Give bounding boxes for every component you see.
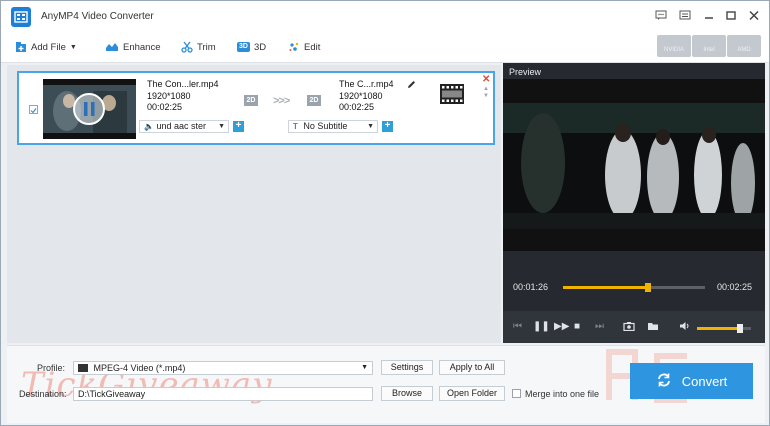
folder-icon[interactable] [647, 321, 659, 335]
chevron-down-icon: ▼ [218, 123, 225, 130]
preview-panel: Preview 00:01:26 00:02:25 ⏮ ❚❚ ▶▶ ■ ⏭ [503, 63, 765, 343]
trim-label: Trim [197, 41, 216, 53]
settings-button[interactable]: Settings [381, 360, 433, 375]
source-file-info: The Con...ler.mp4 1920*1080 00:02:25 [147, 79, 219, 114]
remove-item-icon[interactable]: ✕ [482, 74, 490, 85]
total-time: 00:02:25 [717, 282, 753, 292]
3d-icon: 3D [237, 42, 250, 52]
3d-label: 3D [253, 41, 267, 53]
stop-icon[interactable]: ■ [574, 321, 580, 333]
toolbar: Add File ▼ Enhance Trim 3D 3D Edit NVIDI… [1, 31, 769, 63]
audio-track-value: und aac ster [156, 121, 207, 131]
skip-forward-icon[interactable]: ⏭ [595, 321, 604, 333]
convert-icon [656, 372, 672, 391]
file-list-item[interactable]: The Con...ler.mp4 1920*1080 00:02:25 2D … [17, 71, 495, 145]
volume-handle[interactable] [737, 324, 744, 333]
skip-back-icon[interactable]: ⏮ [513, 321, 522, 333]
target-file-name: The C...r.mp4 [339, 79, 394, 89]
apply-to-all-button[interactable]: Apply to All [439, 360, 505, 375]
app-title: AnyMP4 Video Converter [41, 11, 154, 22]
subtitle-icon: T [293, 122, 298, 131]
output-format-icon[interactable] [439, 81, 465, 107]
nvidia-acceleration-icon[interactable]: NVIDIA [657, 35, 691, 57]
add-file-label: Add File [31, 41, 66, 53]
rename-pencil-icon[interactable] [407, 80, 416, 91]
chevron-down-icon: ▼ [361, 364, 368, 371]
profile-value: MPEG-4 Video (*.mp4) [93, 363, 186, 373]
snapshot-icon[interactable] [623, 321, 635, 335]
fast-forward-icon[interactable]: ▶▶ [554, 321, 569, 333]
enhance-label: Enhance [123, 41, 161, 53]
profile-label: Profile: [37, 363, 66, 373]
browse-button[interactable]: Browse [381, 386, 433, 401]
merge-label: Merge into one file [525, 389, 600, 399]
move-down-icon[interactable]: ▼ [483, 93, 489, 99]
output-settings: TickGiveaway Profile: MPEG-4 Video (*.mp… [7, 345, 765, 423]
open-folder-button[interactable]: Open Folder [439, 386, 505, 401]
volume-level [697, 327, 741, 330]
volume-icon[interactable] [679, 321, 690, 335]
menu-icon[interactable] [678, 10, 692, 22]
feedback-icon[interactable] [654, 10, 668, 22]
close-icon[interactable] [747, 10, 761, 22]
edit-label: Edit [304, 41, 321, 53]
add-file-icon [15, 41, 27, 53]
source-2d-badge: 2D [244, 95, 258, 106]
title-bar: AnyMP4 Video Converter [1, 1, 769, 31]
app-logo-icon [11, 7, 31, 27]
scissors-icon [181, 41, 193, 53]
seek-handle[interactable] [645, 283, 652, 292]
destination-label: Destination: [19, 389, 67, 399]
seek-progress [563, 286, 649, 289]
subtitle-value: No Subtitle [303, 121, 348, 131]
preview-top-band [503, 79, 765, 103]
destination-input[interactable]: D:\TickGiveaway [73, 387, 373, 401]
file-list: The Con...ler.mp4 1920*1080 00:02:25 2D … [7, 65, 501, 343]
target-2d-badge: 2D [307, 95, 321, 106]
video-thumbnail[interactable] [43, 79, 136, 139]
edit-button[interactable]: Edit [288, 40, 320, 54]
minimize-icon[interactable] [702, 10, 716, 22]
preview-bottom-band [503, 229, 765, 251]
source-resolution: 1920*1080 [147, 90, 191, 101]
preview-title: Preview [509, 67, 542, 77]
profile-format-icon [78, 364, 88, 372]
target-duration: 00:02:25 [339, 102, 375, 112]
target-resolution: 1920*1080 [339, 90, 383, 101]
convert-label: Convert [681, 373, 728, 389]
chevron-down-icon: ▼ [367, 123, 374, 130]
audio-track-dropdown[interactable]: 🔈 und aac ster ▼ [139, 120, 229, 133]
app-window: AnyMP4 Video Converter Add File ▼ Enhanc… [0, 0, 770, 426]
maximize-icon[interactable] [724, 10, 738, 22]
add-audio-track-button[interactable]: + [233, 121, 244, 132]
speaker-icon: 🔈 [144, 122, 154, 131]
intel-acceleration-icon[interactable]: Intel [692, 35, 726, 57]
3d-button[interactable]: 3D 3D [237, 40, 266, 54]
convert-arrow-icon: >>> [273, 95, 290, 107]
enhance-button[interactable]: Enhance [105, 40, 161, 54]
convert-button[interactable]: Convert [630, 363, 753, 399]
file-checkbox[interactable] [29, 105, 38, 114]
move-up-icon[interactable]: ▲ [483, 86, 489, 92]
pause-icon[interactable]: ❚❚ [533, 321, 550, 333]
profile-dropdown[interactable]: MPEG-4 Video (*.mp4) ▼ [73, 361, 373, 375]
edit-icon [288, 41, 300, 53]
preview-video[interactable] [503, 103, 765, 229]
current-time: 00:01:26 [513, 282, 549, 292]
chevron-down-icon: ▼ [69, 43, 77, 51]
source-file-name: The Con...ler.mp4 [147, 79, 219, 89]
enhance-icon [105, 41, 119, 53]
add-file-button[interactable]: Add File ▼ [15, 40, 77, 54]
subtitle-dropdown[interactable]: T No Subtitle ▼ [288, 120, 378, 133]
amd-acceleration-icon[interactable]: AMD [727, 35, 761, 57]
merge-checkbox[interactable] [512, 389, 521, 398]
add-subtitle-button[interactable]: + [382, 121, 393, 132]
target-file-info: The C...r.mp4 1920*1080 00:02:25 [339, 79, 394, 114]
source-duration: 00:02:25 [147, 102, 183, 112]
trim-button[interactable]: Trim [181, 40, 216, 54]
